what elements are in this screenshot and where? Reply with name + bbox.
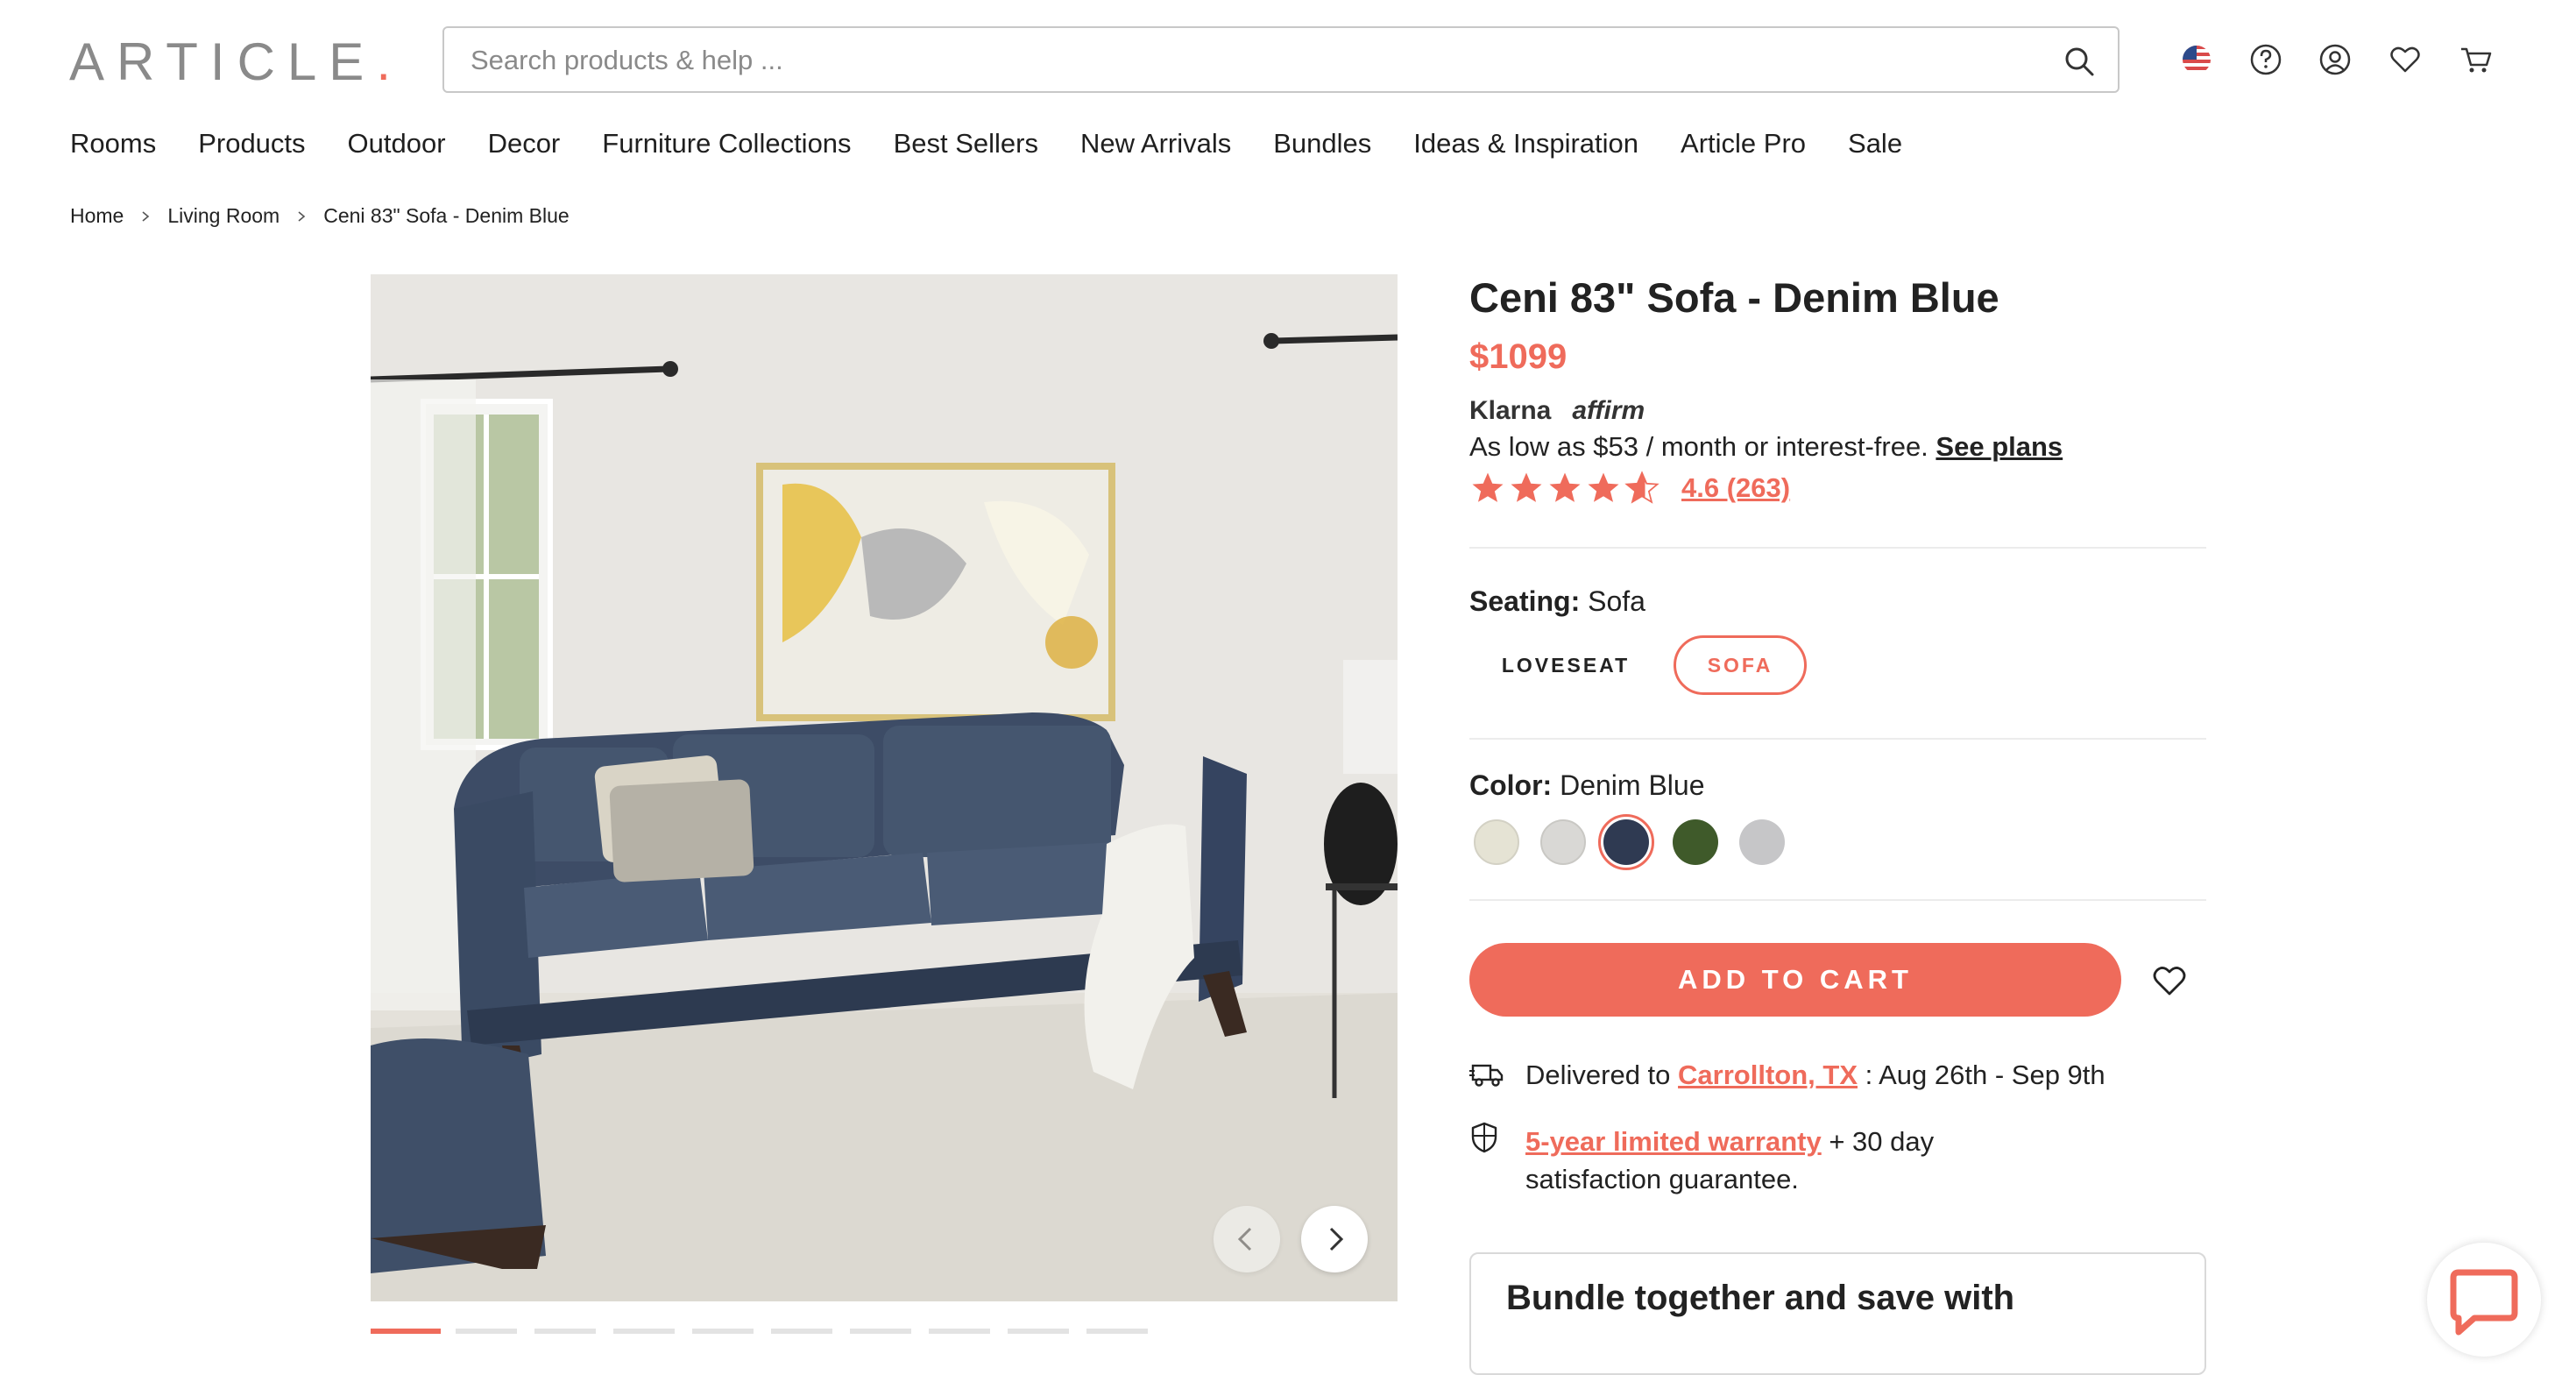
chevron-right-icon (298, 210, 306, 222)
search-icon[interactable] (2062, 44, 2097, 79)
search-input[interactable] (469, 39, 2032, 82)
nav-products[interactable]: Products (198, 128, 305, 159)
star-icon (1472, 472, 1504, 502)
color-swatch-cream[interactable] (1474, 819, 1519, 865)
breadcrumb-current: Ceni 83" Sofa - Denim Blue (323, 204, 570, 227)
gallery-indicator-active[interactable] (371, 1329, 441, 1334)
sofa-scene-illustration (371, 274, 1398, 1301)
main-nav: Rooms Products Outdoor Decor Furniture C… (70, 128, 1944, 159)
add-to-cart-button[interactable]: ADD TO CART (1469, 943, 2121, 1017)
financing-info: As low as $53 / month or interest-free. … (1469, 431, 2063, 462)
gallery-prev-button[interactable] (1214, 1206, 1280, 1272)
chevron-right-icon (1329, 1227, 1344, 1251)
seating-option-loveseat[interactable]: LOVESEAT (1469, 635, 1662, 695)
wishlist-icon[interactable] (2386, 40, 2424, 79)
product-title: Ceni 83" Sofa - Denim Blue (1469, 274, 1999, 321)
gallery-indicator[interactable] (692, 1329, 754, 1334)
color-swatch-light-gray[interactable] (1540, 819, 1586, 865)
breadcrumb-living-room[interactable]: Living Room (167, 204, 280, 228)
nav-ideas-inspiration[interactable]: Ideas & Inspiration (1413, 128, 1638, 159)
product-price: $1099 (1469, 337, 1568, 376)
delivery-info: Delivered to Carrollton, TX : Aug 26th -… (1525, 1060, 2105, 1090)
nav-rooms[interactable]: Rooms (70, 128, 156, 159)
nav-new-arrivals[interactable]: New Arrivals (1080, 128, 1231, 159)
warranty-link[interactable]: 5-year limited warranty (1525, 1126, 1822, 1157)
payment-providers: Klarna affirm (1469, 396, 1645, 426)
delivery-location-link[interactable]: Carrollton, TX (1678, 1060, 1858, 1090)
seating-option-sofa[interactable]: SOFA (1674, 635, 1807, 695)
nav-bundles[interactable]: Bundles (1273, 128, 1371, 159)
nav-outdoor[interactable]: Outdoor (348, 128, 446, 159)
chevron-left-icon (1237, 1227, 1252, 1251)
gallery-indicator[interactable] (534, 1329, 596, 1334)
nav-article-pro[interactable]: Article Pro (1681, 128, 1806, 159)
gallery-indicator[interactable] (1086, 1329, 1148, 1334)
breadcrumb-home[interactable]: Home (70, 204, 124, 228)
color-swatch-green[interactable] (1673, 819, 1718, 865)
account-icon[interactable] (2316, 40, 2354, 79)
rating-stars (1469, 470, 1660, 507)
help-icon[interactable] (2247, 40, 2285, 79)
gallery-indicator[interactable] (1008, 1329, 1069, 1334)
affirm-logo: affirm (1572, 396, 1645, 425)
gallery-indicator[interactable] (771, 1329, 832, 1334)
warranty-shield-icon (1465, 1118, 1504, 1157)
divider (1469, 547, 2206, 549)
gallery-indicator[interactable] (456, 1329, 517, 1334)
nav-furniture-collections[interactable]: Furniture Collections (602, 128, 851, 159)
add-to-wishlist-button[interactable] (2150, 961, 2189, 1000)
rating-link[interactable]: 4.6 (263) (1681, 472, 1790, 504)
nav-sale[interactable]: Sale (1848, 128, 1902, 159)
star-icon (1511, 472, 1542, 502)
color-swatch-gray[interactable] (1739, 819, 1785, 865)
half-star-icon (1624, 471, 1660, 504)
nav-best-sellers[interactable]: Best Sellers (894, 128, 1038, 159)
klarna-logo: Klarna (1469, 396, 1552, 425)
gallery-indicator[interactable] (613, 1329, 675, 1334)
gallery-indicator[interactable] (929, 1329, 990, 1334)
delivery-truck-icon (1468, 1055, 1506, 1094)
us-flag-icon[interactable] (2177, 40, 2216, 79)
gallery-indicator[interactable] (850, 1329, 911, 1334)
search-box[interactable] (442, 26, 2120, 93)
gallery-next-button[interactable] (1301, 1206, 1368, 1272)
color-swatch-denim-blue[interactable] (1603, 819, 1649, 865)
chat-button[interactable] (2427, 1243, 2541, 1357)
chat-icon (2450, 1269, 2518, 1336)
star-icon (1588, 472, 1619, 502)
breadcrumb: Home Living Room Ceni 83" Sofa - Denim B… (70, 204, 570, 228)
article-logo[interactable]: ARTICLE. (69, 32, 391, 92)
cart-icon[interactable] (2456, 40, 2495, 79)
warranty-info: 5-year limited warranty + 30 day satisfa… (1525, 1126, 1935, 1194)
see-plans-link[interactable]: See plans (1936, 431, 2063, 462)
seating-label: Seating: Sofa (1469, 585, 1645, 617)
chevron-right-icon (142, 210, 150, 222)
star-icon (1549, 472, 1581, 502)
bundle-card: Bundle together and save with (1469, 1252, 2206, 1375)
color-label: Color: Denim Blue (1469, 769, 1705, 801)
divider (1469, 738, 2206, 740)
bundle-title: Bundle together and save with (1506, 1279, 2015, 1317)
nav-decor[interactable]: Decor (488, 128, 561, 159)
product-rating: 4.6 (263) (1469, 470, 1790, 507)
product-image[interactable] (371, 274, 1398, 1301)
divider (1469, 899, 2206, 901)
heart-icon (2153, 967, 2186, 996)
